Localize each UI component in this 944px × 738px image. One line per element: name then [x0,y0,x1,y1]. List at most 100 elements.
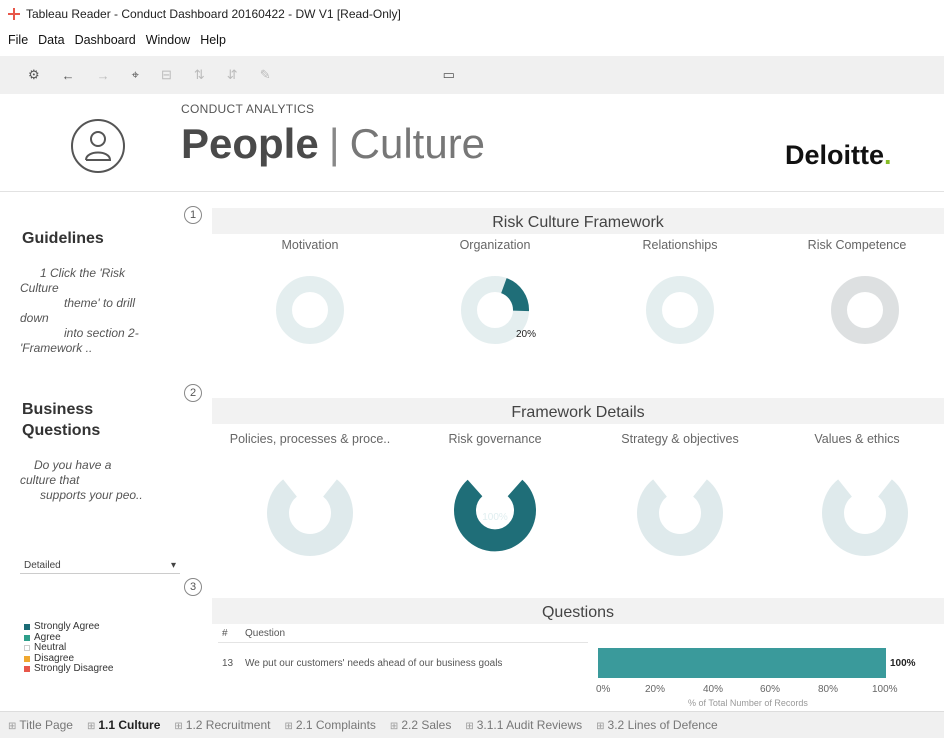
highlight-icon[interactable]: ✎ [260,67,271,83]
column-label-policies: Policies, processes & proce.. [229,432,391,446]
grid-icon: ⊞ [596,721,605,732]
axis-tick: 80% [818,684,839,695]
axis-tick: 100% [872,684,898,695]
donut-risk-competence[interactable] [831,276,899,344]
deloitte-logo: Deloitte. [785,140,892,171]
question-number: 13 [222,658,234,669]
menu-window[interactable]: Window [146,33,190,47]
guidelines-line: 1 Click the 'Risk [40,266,125,280]
tableau-app-icon [8,8,20,20]
guidelines-line: theme' to drill [64,296,135,310]
tab-2-2-sales[interactable]: ⊞ 2.2 Sales [390,718,451,732]
detail-level-dropdown[interactable]: Detailed ▾ [20,558,180,574]
donut-strategy[interactable] [637,479,723,556]
tab-label: 3.1.1 Audit Reviews [476,718,583,732]
menu-dashboard[interactable]: Dashboard [75,33,136,47]
page-title: People | Culture [181,120,485,168]
settings-icon[interactable]: ⚙ [28,67,40,83]
legend-item[interactable]: Neutral [24,642,113,654]
grid-icon: ⊞ [465,721,474,732]
menu-file[interactable]: File [8,33,28,47]
page-title-primary: People [181,120,319,167]
grid-icon: ⊞ [8,721,17,732]
sheet-tabs: ⊞ Title Page ⊞ 1.1 Culture ⊞ 1.2 Recruitmen… [0,711,944,738]
legend-item[interactable]: Strongly Disagree [24,663,114,675]
tab-1-1-culture[interactable]: ⊞ 1.1 Culture [87,718,160,732]
grid-icon: ⊞ [389,721,399,732]
framework-donuts: 20% [276,276,899,344]
framework-detail-donuts: 100% [267,479,908,556]
presentation-icon[interactable]: ▭ [443,67,455,83]
chevron-down-icon[interactable]: ▾ [171,560,176,571]
person-icon [71,119,125,173]
legend-item[interactable]: Strongly Agree [24,621,113,633]
axis-tick: 60% [760,684,781,695]
window-title: Tableau Reader - Conduct Dashboard 20160… [26,7,401,21]
tab-label: 3.2 Lines of Defence [607,718,718,732]
axis-label: % of Total Number of Records [688,698,808,708]
tab-1-2-recruitment[interactable]: ⊞ 1.2 Recruitment [174,718,270,732]
donut-values-ethics[interactable] [822,479,908,556]
guidelines-line: into section 2- [64,326,139,340]
business-questions-heading: Business [22,401,94,418]
zoom-icon[interactable]: ⊟ [161,67,172,83]
tab-title-page[interactable]: ⊞ Title Page [8,718,73,732]
brand-name: Deloitte [785,140,885,170]
guidelines-line: 'Framework .. [20,341,93,355]
sort-descending-icon[interactable]: ⇵ [227,67,238,83]
tab-label: 2.2 Sales [401,718,452,732]
grid-icon: ⊞ [174,721,183,732]
guidelines-heading: Guidelines [22,230,104,247]
tab-3-1-1-audit-reviews[interactable]: ⊞ 3.1.1 Audit Reviews [465,718,582,732]
tab-label: 2.1 Complaints [295,718,376,732]
sidebar: Guidelines 1 Click the 'Risk Culture the… [14,200,180,705]
tab-label: 1.1 Culture [98,718,161,732]
organization-percent-label: 20% [516,329,536,340]
guidelines-line: down [20,311,49,325]
pan-icon[interactable]: ⌖ [132,67,139,83]
tab-3-2-lines-of-defence[interactable]: ⊞ 3.2 Lines of Defence [596,718,717,732]
page-title-separator: | [328,120,340,167]
question-bar-track [598,648,886,678]
column-label-risk-competence: Risk Competence [807,238,907,252]
menu-help[interactable]: Help [200,33,226,47]
axis-tick: 40% [703,684,724,695]
question-number-header: # [222,628,228,639]
legend-swatch [24,655,30,662]
menu-data[interactable]: Data [38,33,64,47]
section-title: Framework Details [511,404,645,421]
window-titlebar: Tableau Reader - Conduct Dashboard 20160… [0,0,944,28]
donut-relationships[interactable] [646,276,714,344]
donut-motivation[interactable] [276,276,344,344]
framework-details-header: Framework Details [212,398,944,424]
column-label-risk-governance: Risk governance [448,432,542,446]
sort-ascending-icon[interactable]: ⇅ [194,67,205,83]
table-divider [218,642,588,643]
question-column-header: Question [245,628,286,639]
grid-icon: ⊞ [86,721,96,732]
tab-label: Title Page [19,718,73,732]
step-1-badge: 1 [184,206,202,224]
legend-swatch [24,645,30,652]
guidelines-line: Culture [20,281,59,295]
forward-arrow-icon[interactable]: → [97,68,110,83]
column-label-strategy: Strategy & objectives [621,432,739,446]
donut-organization[interactable]: 20% [461,276,536,344]
section-title: Questions [541,604,615,621]
detail-level-value: Detailed [24,560,61,571]
dashboard-kicker: CONDUCT ANALYTICS [181,102,315,116]
column-label-values-ethics: Values & ethics [814,432,900,446]
column-label-motivation: Motivation [281,238,339,252]
back-arrow-icon[interactable]: ← [62,68,75,83]
axis-tick: 0% [596,684,611,695]
question-bar[interactable] [598,648,886,678]
legend-label: Strongly Disagree [34,663,114,674]
step-2-badge: 2 [184,384,202,402]
business-question-line: Do you have a [34,458,112,472]
donut-policies[interactable] [267,479,353,556]
tab-2-1-complaints[interactable]: ⊞ 2.1 Complaints [284,718,375,732]
legend-label: Neutral [34,642,67,653]
question-text: We put our customers' needs ahead of our… [245,658,503,669]
donut-risk-governance[interactable]: 100% [454,479,536,552]
column-label-relationships: Relationships [642,238,718,252]
